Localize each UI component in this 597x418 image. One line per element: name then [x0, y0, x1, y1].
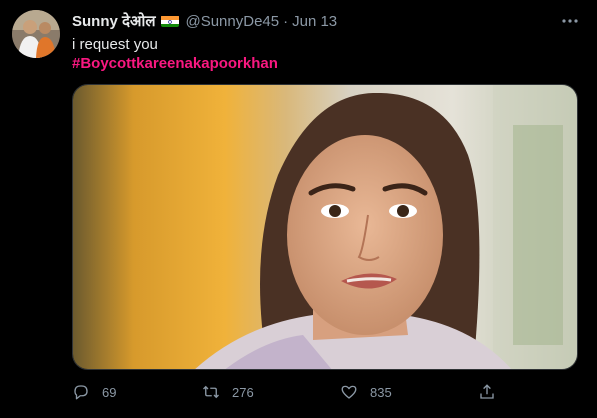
india-flag-icon — [161, 15, 180, 27]
avatar[interactable] — [12, 10, 60, 58]
retweet-count: 276 — [232, 384, 254, 400]
display-name[interactable]: Sunny देओल — [72, 11, 155, 31]
retweet-icon — [203, 385, 219, 399]
tweet-header: Sunny देओल @SunnyDe45 · Jun 13 — [72, 11, 337, 31]
separator: · — [283, 12, 289, 30]
tweet-date[interactable]: Jun 13 — [292, 13, 337, 30]
like-count: 835 — [370, 384, 392, 400]
share-icon — [480, 384, 494, 399]
share-button[interactable] — [478, 380, 508, 404]
reply-button[interactable]: 69 — [72, 380, 116, 404]
more-dots-icon[interactable] — [561, 12, 579, 30]
tweet-media-image[interactable] — [72, 84, 578, 370]
tweet[interactable]: Sunny देओल @SunnyDe45 · Jun 13 i request… — [0, 0, 597, 418]
heart-icon — [341, 385, 357, 399]
reply-icon — [74, 385, 88, 400]
retweet-button[interactable]: 276 — [202, 380, 254, 404]
reply-count: 69 — [102, 384, 117, 400]
like-button[interactable]: 835 — [340, 380, 392, 404]
tweet-text: i request you — [72, 36, 158, 53]
handle[interactable]: @SunnyDe45 — [185, 13, 279, 30]
hashtag-link[interactable]: #Boycottkareenakapoorkhan — [72, 54, 278, 73]
tweet-actions: 69 276 835 — [72, 380, 512, 404]
avatar-image — [12, 10, 60, 58]
photo — [73, 85, 577, 369]
